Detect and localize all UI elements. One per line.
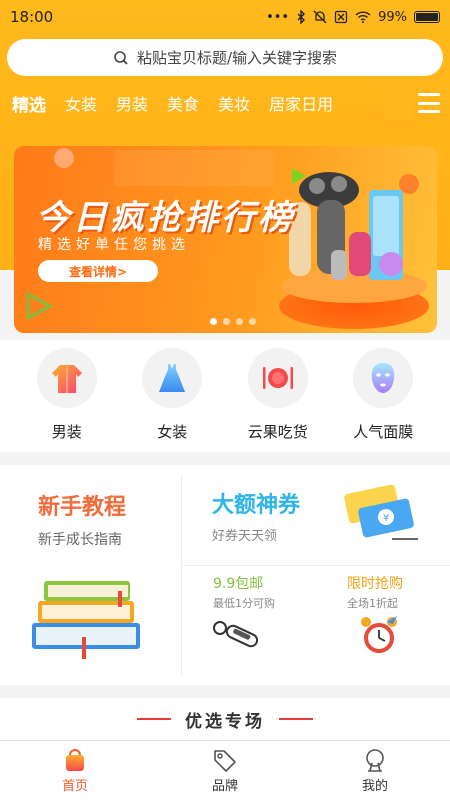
shopping-bag-icon — [66, 749, 84, 771]
search-bar[interactable]: 粘贴宝贝标题/输入关键字搜索 — [7, 39, 443, 76]
tab-food[interactable]: 美食 — [167, 91, 199, 115]
tab-brand[interactable]: 品牌 — [150, 741, 300, 800]
tab-label: 我的 — [361, 779, 388, 794]
quick-item-womens[interactable]: 女装 — [127, 348, 217, 442]
battery-percent: 99% — [378, 9, 407, 25]
flash-sale-card[interactable]: 限时抢购 全场1折起 — [317, 566, 450, 685]
heading-line-left — [137, 718, 171, 720]
banner-dot[interactable] — [249, 318, 256, 325]
alarm-clock-icon — [361, 616, 397, 653]
section-title: 优选专场 — [185, 711, 265, 732]
tutorial-subtitle: 新手成长指南 — [38, 532, 122, 548]
tab-label: 品牌 — [211, 779, 238, 794]
wifi-icon — [355, 11, 371, 23]
quick-item-label: 男装 — [51, 423, 82, 441]
quick-item-mens[interactable]: 男装 — [22, 348, 112, 442]
banner-subtitle: 精选好单任您挑选 — [38, 237, 190, 253]
bottom-tab-bar: 首页 品牌 我的 — [0, 740, 450, 800]
tab-mine[interactable]: 我的 — [300, 741, 450, 800]
mens-jacket-icon — [36, 348, 97, 408]
quick-item-snacks[interactable]: 云果吃货 — [233, 348, 323, 442]
flash-sale-title: 限时抢购 — [347, 576, 403, 592]
banner-details-button[interactable]: 查看详情> — [38, 260, 158, 282]
banner-dot[interactable] — [236, 318, 243, 325]
search-placeholder: 粘贴宝贝标题/输入关键字搜索 — [136, 49, 338, 67]
heading-line-right — [279, 718, 313, 720]
dinner-plate-icon — [247, 348, 308, 408]
tab-label: 首页 — [61, 779, 88, 794]
search-icon — [114, 50, 128, 65]
tab-home[interactable]: 首页 — [0, 741, 150, 800]
status-bar: 18:00 ••• 99% — [0, 0, 450, 34]
tab-beauty[interactable]: 美妆 — [218, 91, 250, 115]
banner-dot[interactable] — [223, 318, 230, 325]
tab-mens[interactable]: 男装 — [116, 91, 148, 115]
tutorial-card[interactable]: 新手教程 新手成长指南 — [0, 465, 181, 685]
category-fade — [382, 84, 412, 122]
nine-nine-title: 9.9包邮 — [213, 576, 264, 592]
promo-grid: 新手教程 新手成长指南 大额神券 好券天天领 ¥ 9.9包邮 最低1分可购 限时… — [0, 465, 450, 685]
bluetooth-icon — [297, 10, 306, 24]
flash-sale-subtitle: 全场1折起 — [347, 597, 398, 610]
no-sim-icon — [334, 10, 348, 24]
quick-item-label: 云果吃货 — [247, 423, 308, 441]
section-heading: 优选专场 — [0, 698, 450, 740]
nine-nine-subtitle: 最低1分可购 — [213, 597, 275, 610]
profile-icon — [366, 749, 384, 772]
coupon-ticket-icon: ¥ — [344, 484, 418, 540]
quick-item-label: 人气面膜 — [353, 423, 414, 441]
status-icons: ••• 99% — [266, 10, 440, 25]
banner-dot[interactable] — [210, 318, 217, 325]
svg-text:¥: ¥ — [383, 513, 389, 524]
tutorial-title: 新手教程 — [38, 495, 127, 520]
tag-icon — [214, 750, 236, 772]
coupon-subtitle: 好券天天领 — [212, 529, 278, 544]
banner-title: 今日疯抢排行榜 — [36, 198, 295, 238]
tab-womens[interactable]: 女装 — [65, 91, 97, 115]
face-mask-icon — [353, 348, 414, 408]
battery-icon — [414, 11, 440, 23]
status-time: 18:00 — [10, 8, 54, 26]
dress-icon — [142, 348, 203, 408]
coupon-card[interactable]: 大额神券 好券天天领 ¥ — [182, 465, 450, 565]
tab-household[interactable]: 居家日用 — [269, 91, 333, 115]
quick-item-label: 女装 — [157, 423, 188, 441]
keychain-icon — [213, 621, 259, 648]
tab-featured[interactable]: 精选 — [12, 91, 46, 116]
promo-banner[interactable]: 今日疯抢排行榜 精选好单任您挑选 查看详情> — [14, 146, 437, 333]
category-tabs: 精选 女装 男装 美食 美妆 居家日用 — [0, 84, 450, 122]
more-dots-icon: ••• — [266, 9, 290, 25]
books-icon — [32, 581, 140, 659]
banner-pagination — [210, 318, 256, 325]
quick-item-masks[interactable]: 人气面膜 — [338, 348, 428, 442]
coupon-title: 大额神券 — [212, 493, 301, 518]
mute-bell-icon — [313, 10, 327, 24]
nine-nine-card[interactable]: 9.9包邮 最低1分可购 — [182, 566, 316, 685]
menu-icon[interactable] — [418, 93, 440, 113]
quick-category-row: 男装 女装 云果吃货 人气面膜 — [0, 340, 450, 452]
